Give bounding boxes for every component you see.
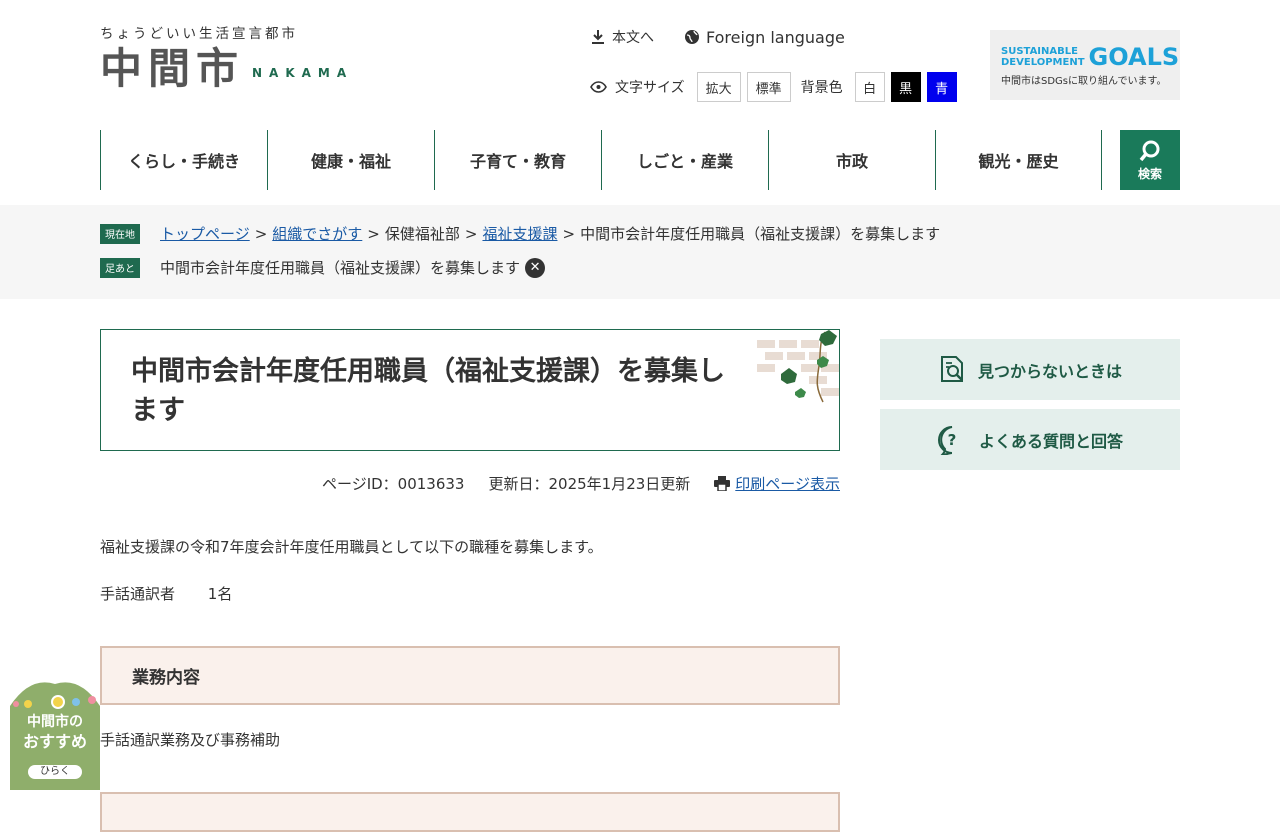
foreign-language-link[interactable]: Foreign language: [684, 28, 845, 47]
logo-main-text: 中間市: [100, 44, 245, 93]
font-size-enlarge-button[interactable]: 拡大: [696, 72, 741, 102]
bg-blue-button[interactable]: 青: [926, 72, 957, 102]
bg-color-label: 背景色: [800, 80, 843, 96]
page-meta: ページID：0013633 更新日：2025年1月23日更新 印刷ページ表示: [100, 473, 840, 494]
history-tag: 足あと: [100, 257, 140, 278]
section-heading-duties: 業務内容: [100, 646, 840, 705]
updated-date: 更新日：2025年1月23日更新: [488, 475, 691, 493]
utility-bar: 本文へ Foreign language 文字サイズ 拡大 標準 背景色 白 黒…: [590, 26, 963, 102]
font-size-standard-button[interactable]: 標準: [746, 72, 791, 102]
globe-icon: [685, 30, 699, 44]
site-header: ちょうどいい生活宣言都市 中間市 NAKAMA 本文へ Foreign lang…: [0, 0, 1280, 130]
article-body: 福祉支援課の令和7年度会計年度任用職員として以下の職種を募集します。 手話通訳者…: [100, 536, 840, 832]
not-found-label: 見つからないときは: [977, 361, 1122, 381]
current-location-tag: 現在地: [100, 223, 140, 244]
position-name: 手話通訳者: [100, 585, 176, 603]
skip-to-content-label: 本文へ: [612, 30, 654, 46]
global-nav: くらし・手続き 健康・福祉 子育て・教育 しごと・産業 市政 観光・歴史: [100, 130, 1102, 190]
title-box: 中間市会計年度任用職員（福祉支援課）を募集します: [100, 329, 840, 451]
section-duties-body: 手話通訳業務及び事務補助: [100, 731, 281, 749]
sdgs-line1b: DEVELOPMENT: [1001, 57, 1085, 68]
history-trail: 足あと 中間市会計年度任用職員（福祉支援課）を募集します ✕: [100, 257, 546, 278]
history-item[interactable]: 中間市会計年度任用職員（福祉支援課）を募集します: [160, 257, 520, 278]
breadcrumb-link-top[interactable]: トップページ: [160, 223, 250, 244]
section-heading-next: [100, 792, 840, 832]
recommend-widget[interactable]: 中間市の おすすめ ひらく: [10, 676, 100, 790]
position-line: 手話通訳者 1名: [100, 583, 840, 604]
printer-icon: [714, 476, 731, 491]
font-size-label: 文字サイズ: [615, 80, 685, 96]
question-bubble-icon: ?: [937, 425, 957, 455]
breadcrumb-area: 現在地 トップページ > 組織でさがす > 保健福祉部 > 福祉支援課 > 中間…: [0, 205, 1280, 299]
nav-item-tourism[interactable]: 観光・歴史: [935, 130, 1102, 190]
sidebar: 見つからないときは ? よくある質問と回答: [880, 339, 1180, 479]
position-count: 1名: [207, 585, 233, 603]
sdgs-line1a: SUSTAINABLE: [1001, 46, 1078, 57]
page-title: 中間市会計年度任用職員（福祉支援課）を募集します: [131, 356, 725, 426]
search-icon: [1139, 140, 1160, 161]
breadcrumb-link-org[interactable]: 組織でさがす: [272, 223, 362, 244]
sdgs-goals: GOALS: [1088, 43, 1180, 71]
page-id: ページID：0013633: [322, 475, 465, 493]
nav-item-health[interactable]: 健康・福祉: [267, 130, 434, 190]
site-logo[interactable]: ちょうどいい生活宣言都市 中間市 NAKAMA: [100, 22, 353, 92]
logo-roman-text: NAKAMA: [252, 66, 354, 80]
nav-item-city[interactable]: 市政: [768, 130, 935, 190]
search-label: 検索: [1137, 166, 1162, 181]
logo-tagline: ちょうどいい生活宣言都市: [100, 26, 298, 42]
foreign-language-label: Foreign language: [706, 27, 845, 47]
search-button[interactable]: 検索: [1120, 130, 1180, 190]
print-link[interactable]: 印刷ページ表示: [735, 473, 840, 494]
breadcrumb-link-section[interactable]: 福祉支援課: [482, 223, 557, 244]
document-search-icon: [940, 355, 963, 382]
main-content: 中間市会計年度任用職員（福祉支援課）を募集します ページID：0013633 更…: [100, 329, 840, 832]
nav-item-living[interactable]: くらし・手続き: [100, 130, 267, 190]
not-found-button[interactable]: 見つからないときは: [880, 339, 1180, 400]
sdgs-banner[interactable]: SUSTAINABLE DEVELOPMENT GOALS 中間市はSDGsに取…: [990, 30, 1180, 100]
breadcrumb-current: 中間市会計年度任用職員（福祉支援課）を募集します: [580, 225, 941, 243]
recommend-open-label: ひらく: [40, 766, 70, 777]
eye-icon: [590, 81, 607, 93]
breadcrumb: 現在地 トップページ > 組織でさがす > 保健福祉部 > 福祉支援課 > 中間…: [100, 223, 940, 244]
bg-black-button[interactable]: 黒: [890, 72, 921, 102]
faq-label: よくある質問と回答: [978, 431, 1123, 451]
sdgs-sub: 中間市はSDGsに取り組んでいます。: [1001, 76, 1167, 87]
download-arrow-icon: [592, 30, 604, 44]
intro-text: 福祉支援課の令和7年度会計年度任用職員として以下の職種を募集します。: [100, 538, 603, 556]
bg-white-button[interactable]: 白: [854, 72, 885, 102]
svg-text:?: ?: [948, 431, 957, 449]
recommend-line1: 中間市の: [27, 714, 83, 730]
nav-item-work[interactable]: しごと・産業: [601, 130, 768, 190]
close-icon[interactable]: ✕: [525, 257, 546, 278]
recommend-line2: おすすめ: [22, 732, 87, 751]
nav-item-education[interactable]: 子育て・教育: [434, 130, 601, 190]
skip-to-content-link[interactable]: 本文へ: [590, 27, 654, 47]
faq-button[interactable]: ? よくある質問と回答: [880, 409, 1180, 470]
breadcrumb-dept: 保健福祉部: [384, 225, 460, 243]
ivy-brick-decoration-icon: [757, 330, 839, 403]
